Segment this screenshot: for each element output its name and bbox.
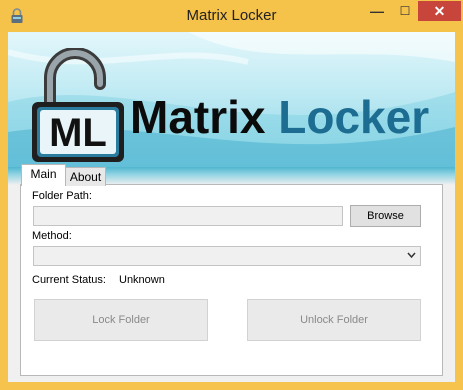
maximize-button[interactable]: ☐ <box>391 1 419 21</box>
tab-panel-main: Folder Path: Browse Method: Current Stat… <box>20 184 443 376</box>
browse-button[interactable]: Browse <box>350 205 421 227</box>
folder-path-label: Folder Path: <box>32 190 92 202</box>
tab-main[interactable]: Main <box>21 164 66 186</box>
method-label: Method: <box>32 230 72 242</box>
brand-word-locker: Locker <box>278 91 430 143</box>
brand-word-matrix: Matrix <box>130 91 266 143</box>
window-border-bottom <box>0 382 463 390</box>
status-label: Current Status: <box>32 274 106 286</box>
unlock-folder-button[interactable]: Unlock Folder <box>247 299 421 341</box>
tab-about[interactable]: About <box>65 167 106 186</box>
close-button[interactable]: ✕ <box>418 1 461 21</box>
window-border-right <box>455 32 463 390</box>
title-bar[interactable]: Matrix Locker — ☐ ✕ <box>0 0 463 32</box>
folder-path-input[interactable] <box>33 206 343 226</box>
minimize-button[interactable]: — <box>363 1 391 21</box>
brand-name: Matrix Locker <box>130 90 429 144</box>
status-value: Unknown <box>119 274 165 286</box>
lock-folder-button[interactable]: Lock Folder <box>34 299 208 341</box>
header-banner: ML Matrix Locker <box>8 32 455 167</box>
chevron-down-icon <box>407 252 416 259</box>
method-select[interactable] <box>33 246 421 266</box>
logo-letters: ML <box>49 111 107 155</box>
window-border-left <box>0 32 8 390</box>
padlock-logo-icon: ML <box>32 48 124 162</box>
client-area: ML Matrix Locker Main About Folder Path:… <box>8 32 455 382</box>
